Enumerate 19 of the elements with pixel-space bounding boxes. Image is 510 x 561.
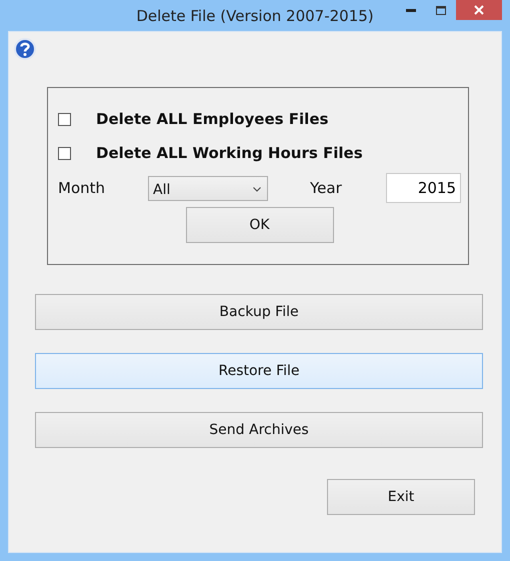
- close-button[interactable]: [456, 0, 502, 20]
- checkbox[interactable]: [58, 146, 71, 160]
- maximize-icon: [436, 6, 446, 14]
- year-field[interactable]: 2015: [386, 173, 461, 203]
- minimize-icon: [406, 8, 416, 12]
- action-button[interactable]: Send Archives: [35, 412, 483, 448]
- close-icon: [474, 5, 484, 15]
- help-icon[interactable]: [14, 38, 36, 60]
- exit-button[interactable]: Exit: [327, 479, 475, 515]
- action-button[interactable]: Backup File: [35, 294, 483, 330]
- checkbox-label: Delete ALL Working Hours Files: [96, 144, 363, 162]
- year-label: Year: [310, 179, 343, 197]
- ok-button[interactable]: OK: [186, 207, 334, 243]
- window-title: Delete File (Version 2007-2015): [136, 6, 374, 24]
- month-dropdown[interactable]: All: [148, 176, 268, 200]
- checkbox-label: Delete ALL Employees Files: [96, 110, 328, 128]
- month-label: Month: [58, 179, 106, 197]
- checkbox[interactable]: [58, 112, 71, 126]
- action-button[interactable]: Restore File: [35, 353, 483, 389]
